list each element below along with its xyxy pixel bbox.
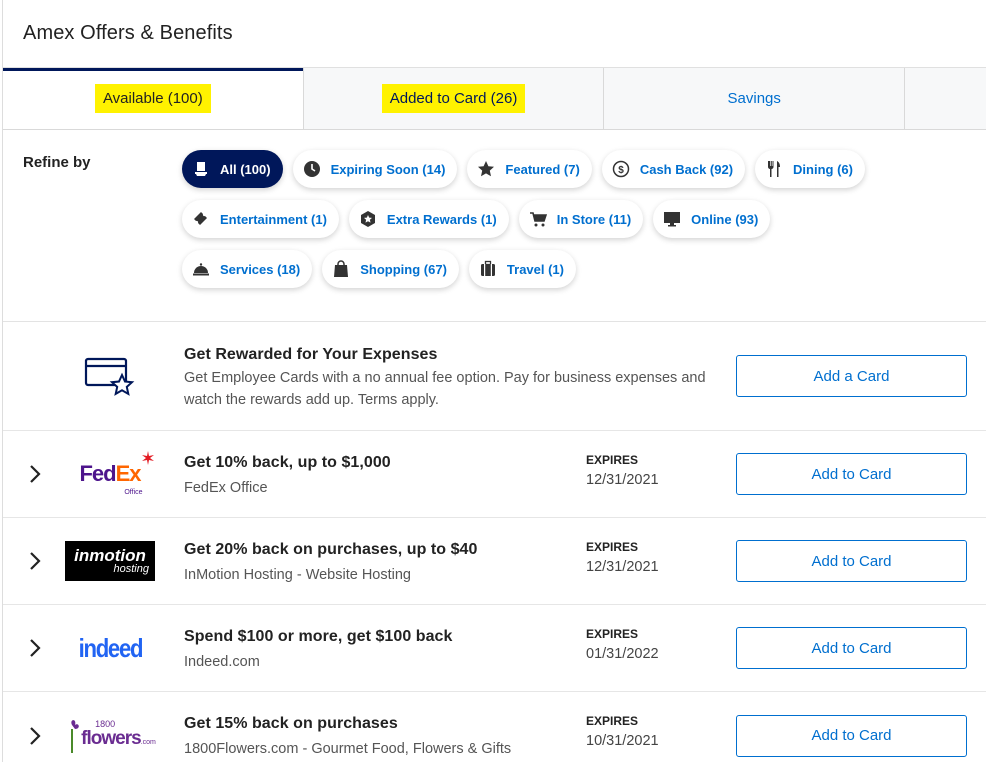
offer-merchant: 1800Flowers.com - Gourmet Food, Flowers …: [184, 741, 512, 757]
bell-icon: [192, 260, 210, 278]
tab-added-to-card-label: Added to Card (26): [381, 84, 526, 113]
offer-merchant: FedEx Office: [184, 480, 268, 496]
chip-label: Expiring Soon (14): [330, 161, 446, 177]
offer-merchant: InMotion Hosting - Website Hosting: [184, 567, 412, 583]
card-star-icon: [65, 356, 155, 396]
add-to-card-button[interactable]: Add to Card: [736, 453, 967, 495]
chip-all[interactable]: All (100): [182, 150, 283, 188]
all-icon: [192, 160, 210, 178]
offer-expiry: EXPIRES 10/31/2021: [586, 714, 659, 749]
offer-row: inmotion hosting Get 20% back on purchas…: [3, 518, 986, 605]
chip-label: Cash Back (92): [639, 161, 734, 177]
chip-entertainment[interactable]: Entertainment (1): [182, 200, 339, 238]
offer-row: FedEx Office Get 10% back, up to $1,000 …: [3, 431, 986, 518]
inmotion-hosting-logo: inmotion hosting: [65, 541, 155, 581]
chip-expiring-soon[interactable]: Expiring Soon (14): [292, 150, 458, 188]
page-title: Amex Offers & Benefits: [23, 22, 233, 44]
fork-knife-icon: [765, 160, 783, 178]
indeed-logo: indeed: [78, 632, 143, 663]
chip-label: Featured (7): [505, 161, 580, 177]
bag-icon: [332, 260, 350, 278]
offer-text: Get 20% back on purchases, up to $40 InM…: [184, 541, 477, 586]
offer-merchant: Indeed.com: [184, 654, 260, 670]
chevron-right-icon[interactable]: [25, 638, 45, 658]
offer-title: Get 20% back on purchases, up to $40: [184, 541, 478, 558]
expires-date: 01/31/2022: [586, 646, 659, 662]
chip-label: Travel (1): [506, 261, 564, 277]
tab-available-label: Available (100): [94, 84, 211, 113]
offer-expiry: EXPIRES 12/31/2021: [586, 540, 659, 575]
add-to-card-button[interactable]: Add to Card: [736, 627, 967, 669]
tab-bar: Available (100) Added to Card (26) Savin…: [3, 68, 986, 130]
fedex-office-logo: FedEx Office: [65, 451, 155, 496]
monitor-icon: [663, 210, 681, 228]
chip-label: All (100): [220, 161, 271, 177]
expires-label: EXPIRES: [586, 453, 639, 467]
chip-in-store[interactable]: In Store (11): [518, 200, 644, 238]
svg-text:$: $: [618, 165, 624, 176]
chevron-right-icon[interactable]: [25, 726, 45, 746]
offer-title: Spend $100 or more, get $100 back: [184, 628, 453, 645]
luggage-icon: [479, 260, 497, 278]
1800flowers-logo: 1800 flowers.com: [65, 716, 156, 756]
chip-label: Services (18): [220, 261, 301, 277]
expires-label: EXPIRES: [586, 627, 639, 641]
tab-savings-label: Savings: [727, 90, 781, 107]
expires-date: 12/31/2021: [586, 559, 659, 575]
chip-online[interactable]: Online (93): [653, 200, 771, 238]
cart-icon: [529, 210, 547, 228]
offers-page: Amex Offers & Benefits Available (100) A…: [2, 0, 986, 762]
hexagon-star-icon: [359, 210, 377, 228]
chevron-right-icon[interactable]: [25, 551, 45, 571]
chip-label: Entertainment (1): [220, 211, 327, 227]
chip-services[interactable]: Services (18): [182, 250, 313, 288]
offer-text: Get 15% back on purchases 1800Flowers.co…: [184, 715, 511, 760]
offer-expiry: EXPIRES 12/31/2021: [586, 453, 659, 488]
tab-overflow: [905, 68, 986, 129]
page-header: Amex Offers & Benefits: [3, 0, 986, 68]
add-a-card-button[interactable]: Add a Card: [736, 355, 967, 397]
expires-date: 12/31/2021: [586, 472, 659, 488]
chip-label: Online (93): [691, 211, 759, 227]
expires-date: 10/31/2021: [586, 733, 659, 749]
promo-row: Get Rewarded for Your Expenses Get Emplo…: [3, 322, 986, 431]
chevron-right-icon[interactable]: [25, 464, 45, 484]
offer-title: Get 15% back on purchases: [184, 715, 398, 732]
refine-section: Refine by All (100) Expiring Soon (14) F…: [3, 130, 986, 322]
chip-label: In Store (11): [556, 211, 632, 227]
chip-featured[interactable]: Featured (7): [467, 150, 592, 188]
tab-added-to-card[interactable]: Added to Card (26): [304, 68, 605, 129]
chip-dining[interactable]: Dining (6): [755, 150, 865, 188]
filter-chips: All (100) Expiring Soon (14) Featured (7…: [182, 150, 902, 288]
chip-extra-rewards[interactable]: Extra Rewards (1): [348, 200, 509, 238]
chip-shopping[interactable]: Shopping (67): [322, 250, 459, 288]
tab-available[interactable]: Available (100): [3, 68, 304, 129]
chip-label: Dining (6): [793, 161, 853, 177]
chip-cash-back[interactable]: $ Cash Back (92): [601, 150, 746, 188]
offer-text: Get 10% back, up to $1,000 FedEx Office: [184, 454, 391, 499]
expires-label: EXPIRES: [586, 714, 639, 728]
tab-savings[interactable]: Savings: [604, 68, 906, 129]
chip-travel[interactable]: Travel (1): [468, 250, 576, 288]
clock-icon: [303, 160, 321, 178]
add-to-card-button[interactable]: Add to Card: [736, 714, 967, 757]
ticket-icon: [192, 210, 210, 228]
promo-description: Get Employee Cards with a no annual fee …: [184, 370, 706, 408]
offer-expiry: EXPIRES 01/31/2022: [586, 627, 659, 662]
refine-label: Refine by: [23, 154, 91, 171]
chip-label: Shopping (67): [360, 261, 447, 277]
offer-row: indeed Spend $100 or more, get $100 back…: [3, 605, 986, 692]
chip-label: Extra Rewards (1): [386, 211, 497, 227]
promo-title: Get Rewarded for Your Expenses: [184, 346, 438, 363]
expires-label: EXPIRES: [586, 540, 639, 554]
cash-icon: $: [612, 160, 630, 178]
offer-title: Get 10% back, up to $1,000: [184, 454, 391, 471]
star-icon: [477, 160, 495, 178]
promo-text: Get Rewarded for Your Expenses Get Emplo…: [184, 346, 714, 411]
offer-text: Spend $100 or more, get $100 back Indeed…: [184, 628, 452, 673]
offer-row: 1800 flowers.com Get 15% back on purchas…: [3, 692, 986, 762]
add-to-card-button[interactable]: Add to Card: [736, 540, 967, 582]
